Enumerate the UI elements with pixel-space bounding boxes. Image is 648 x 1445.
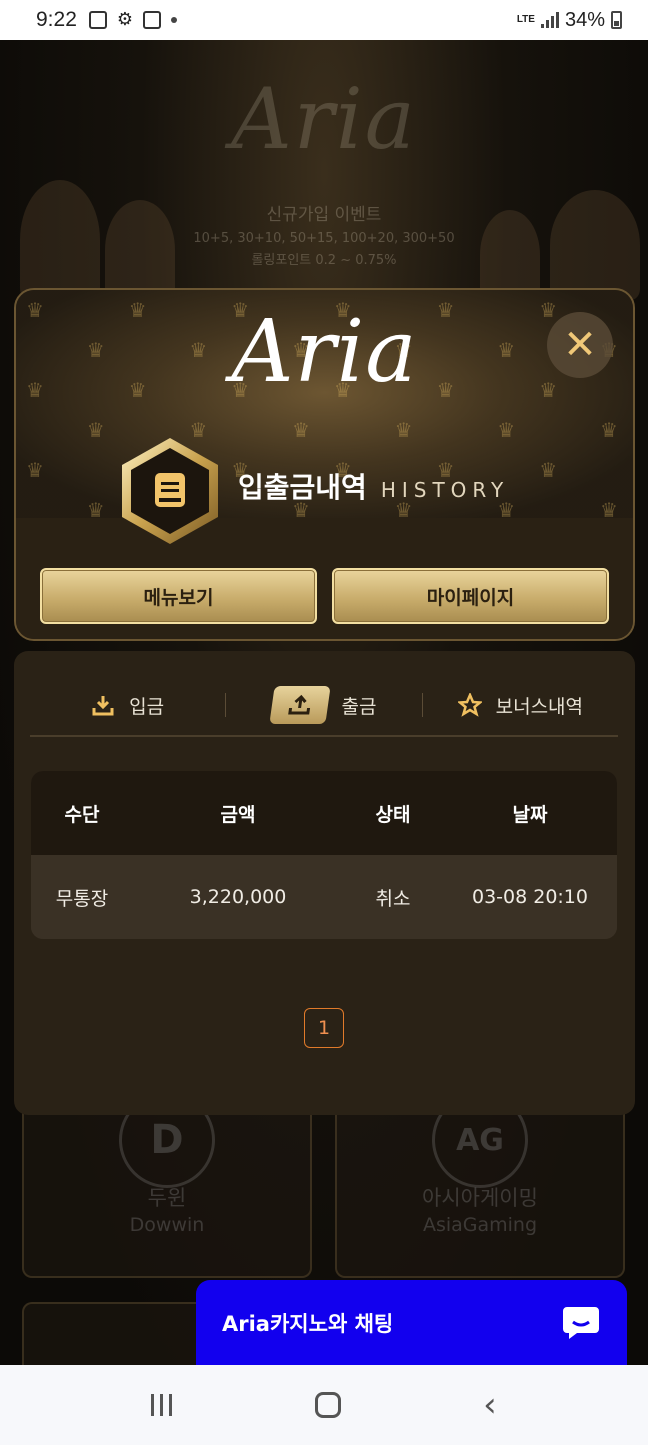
tab-deposit-label: 입금	[129, 695, 165, 718]
battery-percent: 34%	[564, 8, 605, 31]
recent-apps-icon[interactable]	[151, 1394, 173, 1416]
tab-bonus-history[interactable]: 보너스내역	[423, 680, 618, 730]
status-bar: 9:22 ⚙ LTE 34%	[0, 0, 648, 40]
menu-button[interactable]: 메뉴보기	[40, 568, 317, 624]
page-button-current[interactable]: 1	[304, 1008, 344, 1048]
background-logo: Aria	[231, 70, 417, 168]
tab-deposit[interactable]: 입금	[30, 680, 225, 730]
clock-icon	[143, 11, 162, 29]
title-korean: 입출금내역	[238, 471, 367, 504]
cell-date: 03-08 20:10	[471, 886, 588, 908]
game-card-name: 두윈	[147, 1186, 187, 1210]
header-status: 상태	[375, 803, 411, 826]
history-book-icon	[122, 438, 218, 544]
status-time: 9:22	[36, 8, 77, 31]
banner-figure-left2	[105, 200, 175, 300]
title-english: HISTORY	[380, 478, 510, 502]
history-tabs: 입금 출금 보너스내역	[30, 675, 618, 737]
game-card-asiagaming[interactable]: AG 아시아게이밍 AsiaGaming	[335, 1090, 625, 1278]
tab-bonus-label: 보너스내역	[495, 695, 584, 718]
cell-status: 취소	[375, 887, 411, 910]
game-card-dowwin[interactable]: D 두윈 Dowwin	[22, 1090, 312, 1278]
mypage-button[interactable]: 마이페이지	[332, 568, 609, 624]
chat-bubble-icon	[563, 1306, 599, 1339]
gallery-icon	[88, 11, 107, 29]
close-button[interactable]: ✕	[547, 312, 613, 378]
cell-method: 무통장	[55, 887, 109, 910]
game-card-name-en: AsiaGaming	[422, 1214, 538, 1236]
tab-withdraw[interactable]: 출금	[226, 680, 421, 730]
settings-icon: ⚙	[116, 9, 134, 30]
header-date: 날짜	[512, 803, 548, 826]
system-nav-bar: ‹	[0, 1365, 648, 1445]
aria-logo: Aria	[231, 302, 418, 402]
back-icon[interactable]: ‹	[483, 1388, 497, 1422]
battery-icon	[611, 11, 622, 29]
table-header: 수단 금액 상태 날짜	[31, 771, 617, 855]
table-row: 무통장 3,220,000 취소 03-08 20:10	[31, 855, 617, 939]
history-modal-header: ♛ ♛ ♛ ♛ ♛ ♛ ♛ ♛ ♛ ♛ ♛ ♛ ♛ ♛ ♛ ♛ ♛ ♛ ♛ ♛ …	[14, 288, 635, 641]
download-icon	[91, 693, 115, 717]
game-card-name: 아시아게이밍	[422, 1186, 538, 1210]
cell-amount: 3,220,000	[189, 886, 287, 908]
tab-withdraw-label: 출금	[341, 695, 377, 718]
home-icon[interactable]	[314, 1392, 341, 1418]
chat-widget[interactable]: Aria카지노와 채팅	[196, 1280, 627, 1365]
header-method: 수단	[64, 803, 100, 826]
modal-title: 입출금내역 HISTORY	[238, 466, 509, 506]
notification-icons: ⚙	[88, 9, 178, 30]
more-notifications-icon	[171, 17, 178, 23]
game-card-name-en: Dowwin	[129, 1214, 205, 1236]
star-icon	[457, 693, 482, 717]
header-amount: 금액	[220, 803, 256, 826]
history-table: 수단 금액 상태 날짜 무통장 3,220,000 취소 03-08 20:10	[31, 771, 617, 939]
chat-label: Aria카지노와 채팅	[222, 1311, 394, 1336]
history-content-panel: 입금 출금 보너스내역 수단 금액 상태 날짜 무통장 3,220,000 취소	[14, 651, 635, 1115]
network-type: LTE	[516, 14, 535, 25]
banner-figure-left	[20, 180, 100, 300]
upload-icon	[268, 686, 331, 724]
banner-figure-right2	[550, 190, 640, 300]
signal-icon	[540, 12, 559, 28]
banner-figure-right	[480, 210, 540, 300]
